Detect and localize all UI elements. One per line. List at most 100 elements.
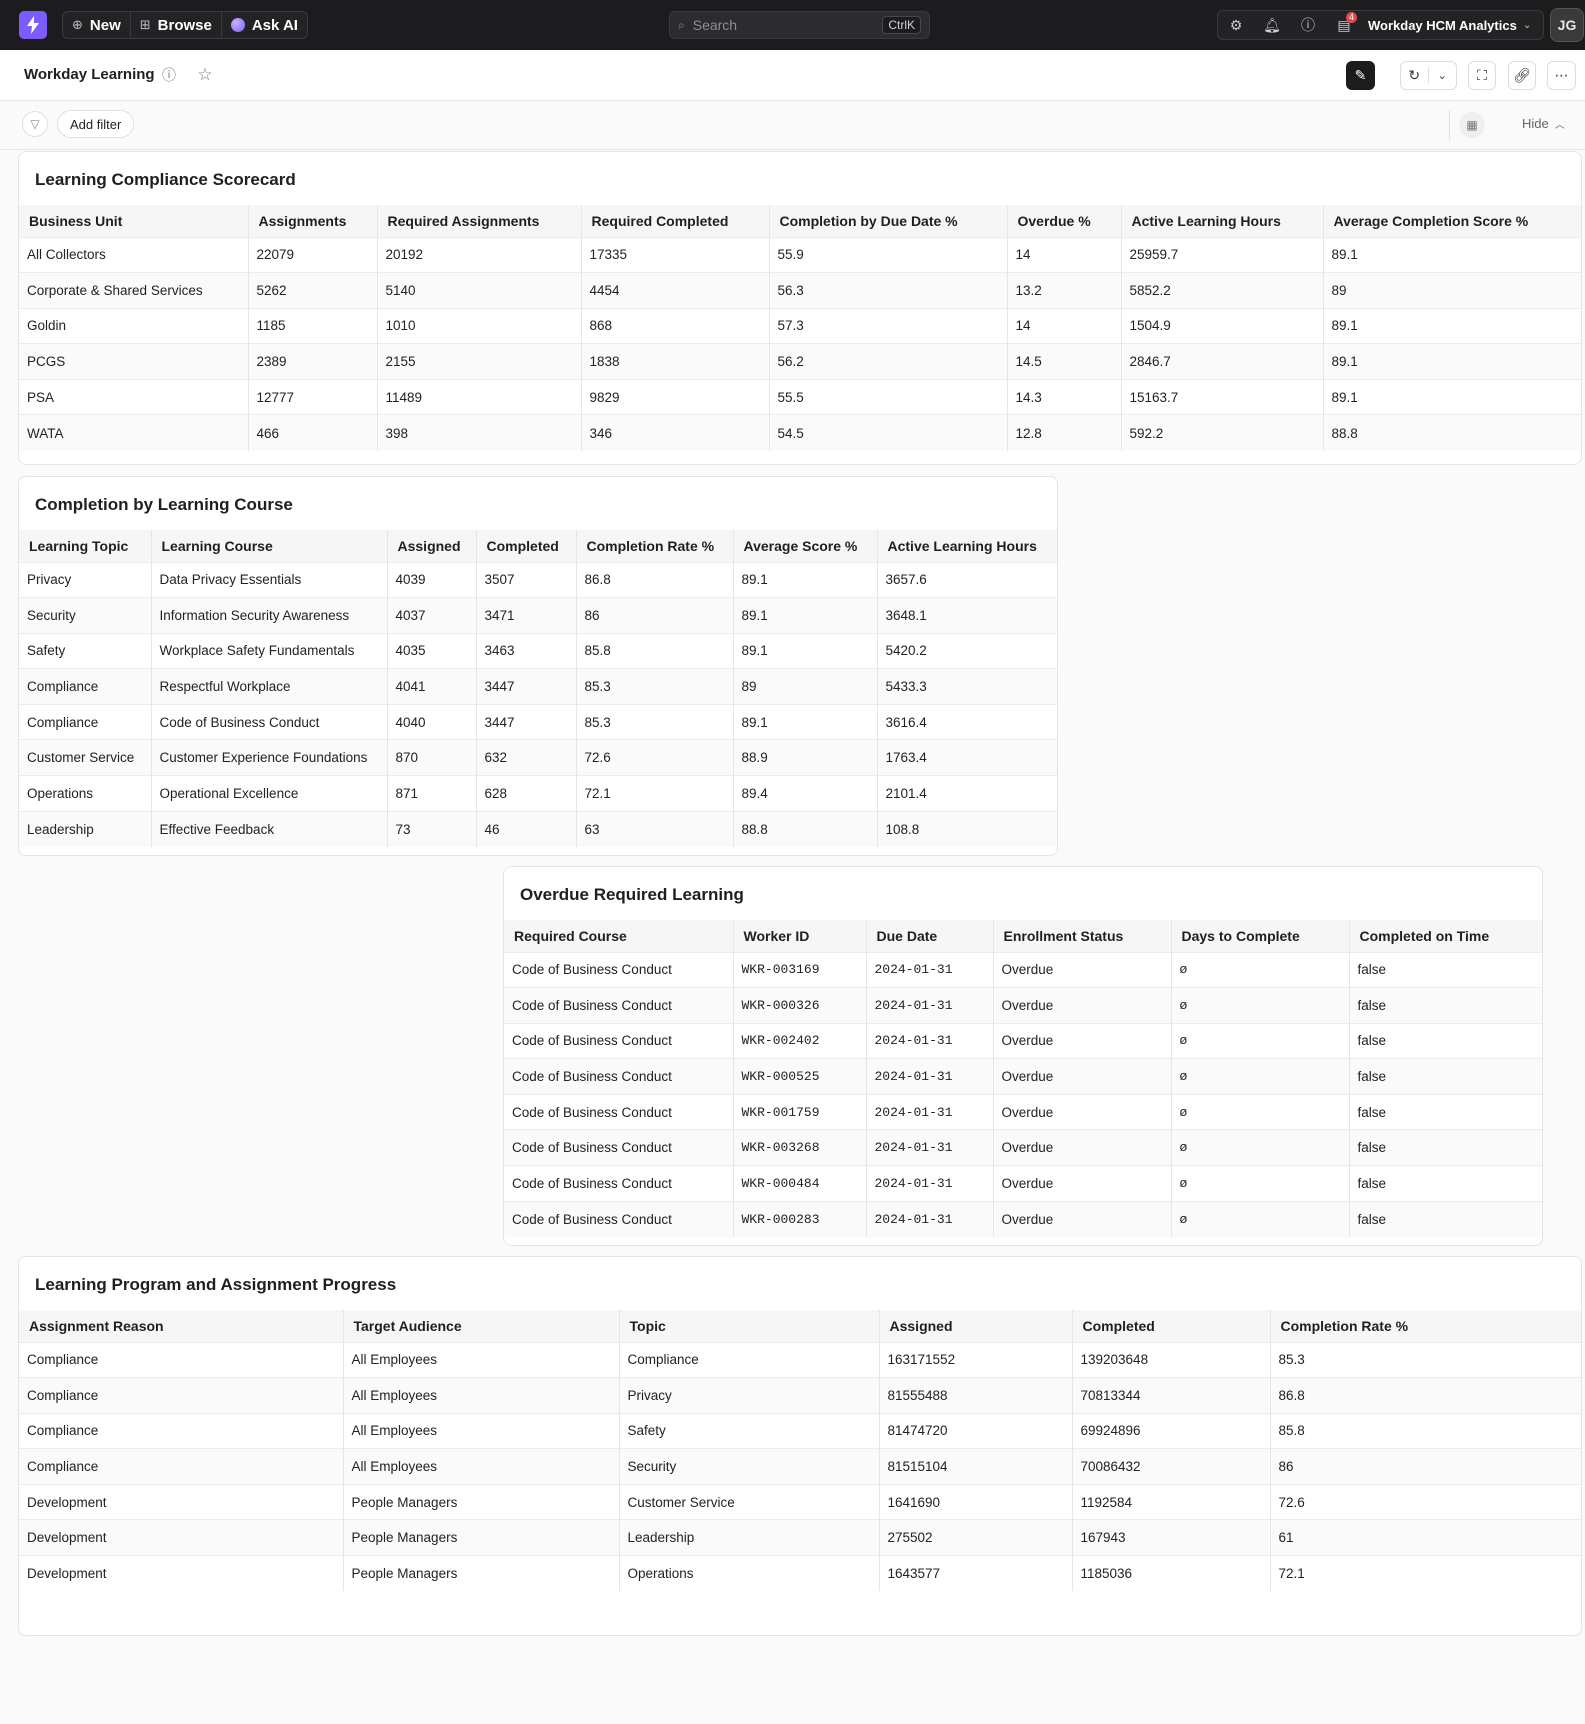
overdue-column-header[interactable]: Worker ID [733,920,867,952]
overdue-column-header[interactable]: Completed on Time [1349,920,1542,952]
course-column-header[interactable]: Average Score % [733,530,878,562]
add-filter-button[interactable]: Add filter [57,110,135,138]
table-cell: Code of Business Conduct [504,1058,734,1095]
table-row[interactable]: WATA 466 398 346 54.5 12.8 592.2 88.8 [19,414,1581,451]
table-row[interactable]: Compliance All Employees Compliance 1631715… [19,1341,1581,1378]
ask-ai-button[interactable]: Ask AI [222,12,307,38]
table-cell: 1192584 [1072,1483,1271,1520]
program-column-header[interactable]: Completed [1072,1310,1271,1342]
calendar-icon[interactable]: ▦ [1459,112,1485,138]
table-cell: 61 [1270,1519,1581,1556]
star-icon[interactable]: ☆ [195,65,215,85]
table-cell: 86.8 [1270,1377,1581,1414]
scorecard-column-header[interactable]: Average Completion Score % [1323,205,1581,237]
table-row[interactable]: Goldin 1185 1010 868 57.3 14 1504.9 89.1 [19,307,1581,344]
scorecard-column-header[interactable]: Business Unit [19,205,249,237]
scorecard-column-header[interactable]: Active Learning Hours [1121,205,1324,237]
overdue-column-header[interactable]: Enrollment Status [993,920,1172,952]
table-row[interactable]: Security Information Security Awareness 40… [19,597,1057,634]
org-switcher[interactable]: Workday HCM Analytics ⌄ [1362,18,1543,33]
overdue-column-header[interactable]: Required Course [504,920,734,952]
overdue-column-header[interactable]: Due Date [866,920,994,952]
table-row[interactable]: Code of Business Conduct WKR-000326 2024-0… [504,987,1542,1024]
table-row[interactable]: Development People Managers Operations 1643… [19,1555,1581,1592]
table-cell: 17335 [581,236,770,273]
edit-pencil-button[interactable]: ✎ [1346,61,1375,90]
table-row[interactable]: Code of Business Conduct WKR-000283 2024-0… [504,1200,1542,1237]
inbox-icon[interactable]: ▤ 4 [1326,11,1362,39]
table-row[interactable]: Compliance Respectful Workplace 4041 3447 85… [19,668,1057,705]
course-column-header[interactable]: Completion Rate % [576,530,734,562]
scorecard-column-header[interactable]: Completion by Due Date % [769,205,1008,237]
program-column-header[interactable]: Assignment Reason [19,1310,344,1342]
table-row[interactable]: All Collectors 22079 20192 17335 55.9 14 25959… [19,236,1581,273]
scorecard-column-header[interactable]: Assignments [248,205,378,237]
table-row[interactable]: Customer Service Customer Experience Foun… [19,739,1057,776]
table-row[interactable]: Code of Business Conduct WKR-000484 2024-0… [504,1165,1542,1202]
table-row[interactable]: Code of Business Conduct WKR-000525 2024-0… [504,1058,1542,1095]
table-row[interactable]: Compliance All Employees Security 81515104 7… [19,1448,1581,1485]
table-row[interactable]: Compliance All Employees Safety 81474720 699… [19,1412,1581,1449]
program-column-header[interactable]: Completion Rate % [1270,1310,1581,1342]
table-row[interactable]: Leadership Effective Feedback 73 46 63 88.8 10… [19,810,1057,847]
table-row[interactable]: PSA 12777 11489 9829 55.5 14.3 15163.7 89.1 [19,378,1581,415]
table-cell: Overdue [993,1165,1172,1202]
table-row[interactable]: Development People Managers Leadership 2755… [19,1519,1581,1556]
search-input[interactable]: ⌕ Search CtrlK [669,11,930,39]
table-row[interactable]: Code of Business Conduct WKR-002402 2024-0… [504,1022,1542,1059]
table-row[interactable]: Compliance All Employees Privacy 81555488 70… [19,1377,1581,1414]
browse-button[interactable]: ⊞ Browse [131,12,222,38]
user-avatar[interactable]: JG [1550,8,1584,42]
course-column-header[interactable]: Learning Course [151,530,388,562]
new-button[interactable]: ⊕ New [63,12,131,38]
course-column-header[interactable]: Learning Topic [19,530,152,562]
help-icon[interactable]: ⓘ [1290,11,1326,39]
scorecard-column-header[interactable]: Overdue % [1007,205,1122,237]
table-row[interactable]: Code of Business Conduct WKR-003268 2024-0… [504,1129,1542,1166]
scorecard-column-header[interactable]: Required Completed [581,205,770,237]
refresh-split-button[interactable]: ↻ ⌄ [1400,61,1457,90]
share-link-button[interactable]: 🔗︎ [1508,61,1536,90]
program-column-header[interactable]: Topic [619,1310,880,1342]
bell-icon[interactable]: 🔔︎ [1254,11,1290,39]
filter-funnel-icon[interactable]: ▽ [22,111,48,137]
fullscreen-button[interactable]: ⛶ [1468,61,1496,90]
table-cell: ø [1171,1022,1350,1059]
table-cell: Compliance [19,703,152,740]
table-cell: Overdue [993,1093,1172,1130]
overdue-column-header[interactable]: Days to Complete [1171,920,1350,952]
table-row[interactable]: Privacy Data Privacy Essentials 4039 3507 86… [19,561,1057,598]
table-cell: Operations [619,1555,880,1592]
settings-gear-icon[interactable]: ⚙ [1218,11,1254,39]
table-row[interactable]: Safety Workplace Safety Fundamentals 4035 3… [19,632,1057,669]
scorecard-column-header[interactable]: Required Assignments [377,205,582,237]
table-cell: 3616.4 [877,703,1057,740]
table-row[interactable]: Code of Business Conduct WKR-001759 2024-0… [504,1093,1542,1130]
table-row[interactable]: PCGS 2389 2155 1838 56.2 14.5 2846.7 89.1 [19,343,1581,380]
table-cell: Compliance [19,1377,344,1414]
course-column-header[interactable]: Completed [476,530,577,562]
table-row[interactable]: Operations Operational Excellence 871 628 72… [19,775,1057,812]
info-icon[interactable]: ⓘ [159,65,179,85]
table-row[interactable]: Compliance Code of Business Conduct 4040 34… [19,703,1057,740]
table-cell: Overdue [993,1129,1172,1166]
table-row[interactable]: Code of Business Conduct WKR-003169 2024-0… [504,951,1542,988]
table-cell: WKR-003268 [733,1129,867,1166]
table-row[interactable]: Development People Managers Customer Servi… [19,1483,1581,1520]
search-placeholder: Search [692,17,738,33]
program-column-header[interactable]: Assigned [879,1310,1073,1342]
table-cell: 4041 [387,668,477,705]
ask-ai-button-label: Ask AI [251,16,298,34]
table-cell: false [1349,1200,1542,1237]
expand-icon: ⛶ [1477,67,1487,83]
table-cell: 88.9 [733,739,878,776]
course-column-header[interactable]: Active Learning Hours [877,530,1057,562]
table-cell: 72.1 [576,775,734,812]
table-cell: Security [19,597,152,634]
more-options-button[interactable]: ⋯ [1547,61,1576,90]
app-logo-icon[interactable] [19,11,47,39]
course-column-header[interactable]: Assigned [387,530,477,562]
hide-filters-button[interactable]: Hide ︿ [1522,116,1565,131]
program-column-header[interactable]: Target Audience [343,1310,620,1342]
table-row[interactable]: Corporate & Shared Services 5262 5140 4454 5… [19,272,1581,309]
